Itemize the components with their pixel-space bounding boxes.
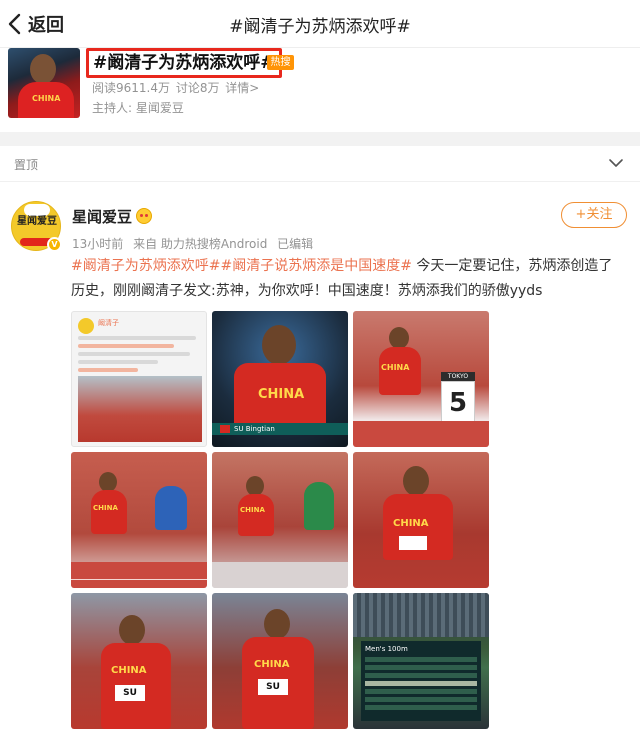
athlete-head — [264, 609, 290, 639]
follow-button[interactable]: +关注 — [561, 202, 627, 228]
post-edited: 已编辑 — [277, 237, 314, 251]
results-row — [365, 673, 477, 678]
results-row — [365, 657, 477, 662]
caption-bar: SU Bingtian — [212, 423, 348, 435]
track — [353, 421, 489, 447]
rival-jersey — [155, 486, 187, 530]
image-thumbnail[interactable]: CHINA TOKYO 2020 5 — [353, 311, 489, 447]
image-thumbnail[interactable]: CHINA SU — [71, 593, 207, 729]
athlete-head — [246, 476, 264, 496]
jersey-text: CHINA — [240, 506, 265, 514]
lane-line — [71, 579, 207, 580]
top-nav-bar: 返回 #阚清子为苏炳添欢呼# — [0, 0, 640, 48]
image-thumbnail[interactable]: 阚清子 — [71, 311, 207, 447]
image-thumbnail[interactable]: CHINA — [71, 452, 207, 588]
post-card: 星闻爱豆 V 星闻爱豆 +关注 13小时前 来自 助力热搜榜Android 已编… — [0, 183, 640, 729]
lane-header: TOKYO 2020 — [441, 372, 475, 389]
host-label: 主持人: — [92, 101, 133, 115]
image-grid: 阚清子 CHINA SU Bingtian CHINA TOKYO 2020 5 — [71, 311, 489, 729]
details-link[interactable]: 详情> — [225, 81, 259, 95]
pinned-label: 置顶 — [14, 158, 39, 172]
thumb-face — [30, 54, 56, 84]
results-row — [365, 681, 477, 686]
athlete-head — [389, 327, 409, 349]
athlete-head — [99, 472, 117, 492]
author-name[interactable]: 星闻爱豆 — [72, 206, 132, 227]
jersey-text: CHINA — [254, 659, 290, 670]
discussion-count: 讨论8万 — [175, 81, 220, 95]
athlete-head — [262, 325, 296, 365]
track — [212, 562, 348, 588]
results-row — [365, 665, 477, 670]
verified-badge-icon: V — [47, 237, 62, 252]
jersey-text: CHINA — [381, 363, 410, 372]
flag-icon — [220, 425, 230, 433]
mini-text-line — [78, 344, 174, 348]
athlete-head — [403, 466, 429, 496]
stadium-stands — [353, 593, 489, 637]
topic-stats: 阅读9611.4万 讨论8万 详情> — [92, 79, 261, 96]
caption-name: SU Bingtian — [234, 425, 275, 433]
avatar-decor-top — [24, 204, 50, 216]
jersey-text: CHINA — [93, 504, 118, 512]
lane-number: 5 — [441, 381, 475, 423]
jersey-text: CHINA — [393, 518, 429, 529]
host-name[interactable]: 星闻爱豆 — [136, 101, 184, 115]
jersey-text: CHINA — [258, 387, 305, 402]
chevron-down-icon[interactable] — [608, 156, 624, 170]
topic-thumbnail[interactable]: CHINA — [8, 48, 80, 118]
athlete-jersey — [238, 494, 274, 536]
post-source: 来自 助力热搜榜Android — [133, 237, 268, 251]
rival-jersey — [304, 482, 334, 530]
results-row — [365, 697, 477, 702]
section-divider — [0, 132, 640, 146]
topic-host: 主持人: 星闻爱豆 — [92, 99, 184, 116]
athlete-jersey — [91, 490, 127, 534]
jersey-text: CHINA — [111, 665, 147, 676]
topic-title: #阚清子为苏炳添欢呼# — [93, 53, 275, 73]
athlete-head — [119, 615, 145, 645]
mini-text-line — [78, 352, 190, 356]
results-row — [365, 689, 477, 694]
avatar-logo-text: 星闻爱豆 — [17, 216, 57, 227]
post-text: #阚清子为苏炳添欢呼##阚清子说苏炳添是中国速度# 今天一定要记住，苏炳添创造了… — [71, 254, 626, 304]
hashtag-link[interactable]: #阚清子说苏炳添是中国速度# — [220, 258, 411, 274]
hashtag-link[interactable]: #阚清子为苏炳添欢呼# — [71, 258, 220, 274]
mini-text-line — [78, 360, 158, 364]
page-title: #阚清子为苏炳添欢呼# — [229, 17, 411, 37]
image-thumbnail[interactable]: CHINA — [212, 452, 348, 588]
thumb-jersey-text: CHINA — [32, 94, 61, 103]
mini-avatar — [78, 318, 94, 334]
mini-photo — [78, 376, 202, 442]
post-time: 13小时前 — [72, 237, 124, 251]
track — [71, 562, 207, 588]
post-meta: 13小时前 来自 助力热搜榜Android 已编辑 — [72, 235, 319, 252]
results-row — [365, 705, 477, 710]
member-emoji-icon — [136, 208, 152, 224]
image-thumbnail[interactable]: Men's 100m — [353, 593, 489, 729]
race-bib: SU — [258, 679, 288, 695]
pinned-section-header: 置顶 — [0, 146, 640, 182]
image-thumbnail[interactable]: CHINA SU Bingtian — [212, 311, 348, 447]
topic-title-highlight: #阚清子为苏炳添欢呼# — [86, 48, 282, 78]
race-bib: SU — [115, 685, 145, 701]
mini-text-line — [78, 368, 138, 372]
race-bib — [399, 536, 427, 550]
mini-author: 阚清子 — [98, 319, 119, 327]
topic-header: CHINA #阚清子为苏炳添欢呼# 热搜 阅读9611.4万 讨论8万 详情> … — [0, 48, 640, 132]
hot-badge: 热搜 — [267, 55, 294, 70]
results-title: Men's 100m — [365, 645, 408, 653]
image-thumbnail[interactable]: CHINA — [353, 452, 489, 588]
read-count: 阅读9611.4万 — [92, 81, 170, 95]
image-thumbnail[interactable]: CHINA SU — [212, 593, 348, 729]
mini-text-line — [78, 336, 196, 340]
